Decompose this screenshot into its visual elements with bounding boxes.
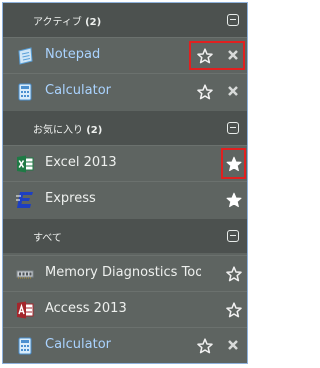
item-label[interactable]: Notepad xyxy=(45,47,193,62)
section-header-active[interactable]: アクティブ (2) xyxy=(3,3,247,37)
highlight-box xyxy=(189,41,245,70)
list-item-excel[interactable]: Excel 2013 xyxy=(3,145,247,182)
star-outline-icon[interactable] xyxy=(197,84,213,100)
list-item-calculator[interactable]: Calculator xyxy=(3,73,247,110)
list-item-calculator-all[interactable]: Calculator xyxy=(3,327,247,363)
section-title-all: すべて xyxy=(33,232,62,244)
item-label[interactable]: Calculator xyxy=(45,83,193,98)
star-filled-icon[interactable] xyxy=(226,192,242,208)
star-outline-icon[interactable] xyxy=(226,302,242,318)
calculator-icon xyxy=(18,83,32,101)
calculator-icon xyxy=(18,337,32,355)
collapse-icon[interactable] xyxy=(227,122,239,134)
notepad-icon xyxy=(18,47,33,65)
item-label[interactable]: Excel 2013 xyxy=(45,155,193,170)
section-header-favorites[interactable]: お気に入り (2) xyxy=(3,111,247,145)
close-icon[interactable] xyxy=(227,85,239,97)
highlight-box xyxy=(221,148,246,179)
item-label[interactable]: Memory Diagnostics Tool xyxy=(45,265,201,280)
section-title-favorites: お気に入り (2) xyxy=(33,124,103,136)
collapse-icon[interactable] xyxy=(227,230,239,242)
close-icon[interactable] xyxy=(227,339,239,351)
access-icon xyxy=(17,301,34,319)
list-item-access[interactable]: Access 2013 xyxy=(3,291,247,328)
list-item-express[interactable]: Express xyxy=(3,181,247,218)
item-label[interactable]: Access 2013 xyxy=(45,301,193,316)
collapse-icon[interactable] xyxy=(227,14,239,26)
section-header-all[interactable]: すべて xyxy=(3,219,247,253)
item-label[interactable]: Calculator xyxy=(45,337,193,352)
section-title-active: アクティブ (2) xyxy=(33,16,102,28)
item-label[interactable]: Express xyxy=(45,191,193,206)
excel-icon xyxy=(17,155,34,173)
list-item-memory-diagnostics[interactable]: Memory Diagnostics Tool xyxy=(3,255,247,292)
memory-diagnostics-icon xyxy=(16,270,34,279)
star-outline-icon[interactable] xyxy=(226,266,242,282)
star-outline-icon[interactable] xyxy=(197,338,213,354)
app-launcher-panel: アクティブ (2) Notepad Calculator お気に入り (2) E… xyxy=(2,2,248,364)
express-icon xyxy=(16,192,33,208)
